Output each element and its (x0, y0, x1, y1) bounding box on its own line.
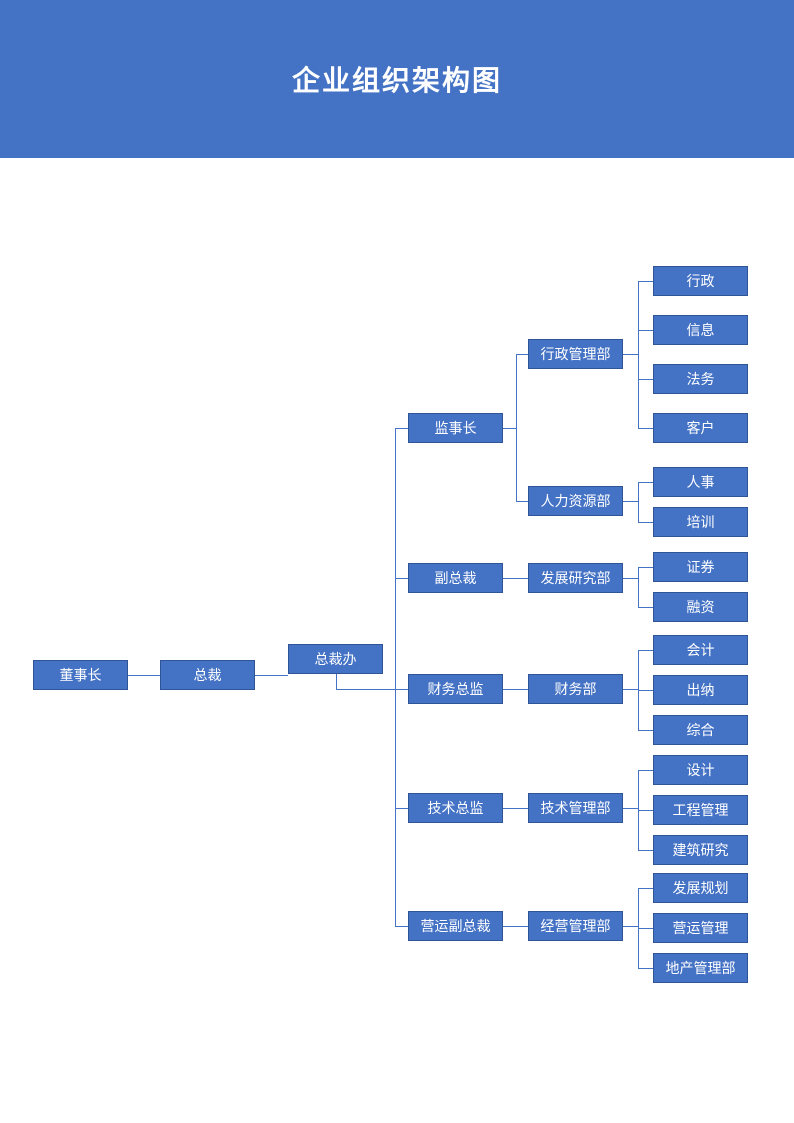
node-ops-mgmt: 营运管理 (653, 913, 748, 943)
connector (503, 926, 528, 927)
org-chart: 董事长 总裁 总裁办 监事长 副总裁 财务总监 技术总监 营运副总裁 行政管理部… (0, 158, 794, 1123)
node-customer: 客户 (653, 413, 748, 443)
connector (336, 674, 337, 689)
connector (638, 281, 653, 282)
node-construction: 建筑研究 (653, 835, 748, 865)
connector (638, 482, 639, 522)
node-admin-dept: 行政管理部 (528, 339, 623, 369)
page-header: 企业组织架构图 (0, 0, 794, 158)
node-cto: 技术总监 (408, 793, 503, 823)
node-securities: 证券 (653, 552, 748, 582)
connector (638, 379, 653, 380)
connector (395, 428, 408, 429)
connector (395, 428, 396, 926)
connector (638, 888, 653, 889)
connector (638, 482, 653, 483)
connector (623, 578, 638, 579)
node-accounting: 会计 (653, 635, 748, 665)
connector (395, 578, 408, 579)
connector (638, 968, 653, 969)
connector (638, 770, 653, 771)
node-engineering: 工程管理 (653, 795, 748, 825)
connector (503, 808, 528, 809)
node-ops-dept: 经营管理部 (528, 911, 623, 941)
connector (638, 850, 653, 851)
connector (623, 689, 638, 690)
connector (638, 567, 639, 607)
node-financing: 融资 (653, 592, 748, 622)
connector (128, 675, 160, 676)
connector (638, 607, 653, 608)
node-cfo: 财务总监 (408, 674, 503, 704)
connector (395, 689, 408, 690)
node-rd-dept: 发展研究部 (528, 563, 623, 593)
node-legal: 法务 (653, 364, 748, 394)
node-president: 总裁 (160, 660, 255, 690)
connector (638, 650, 653, 651)
node-finance-dept: 财务部 (528, 674, 623, 704)
node-general: 综合 (653, 715, 748, 745)
connector (503, 578, 528, 579)
connector (395, 808, 408, 809)
page-title: 企业组织架构图 (292, 59, 502, 99)
node-vice-president: 副总裁 (408, 563, 503, 593)
node-president-office: 总裁办 (288, 644, 383, 674)
connector (623, 354, 638, 355)
node-training: 培训 (653, 507, 748, 537)
connector (638, 690, 653, 691)
connector (503, 689, 528, 690)
connector (336, 689, 395, 690)
node-supervisor: 监事长 (408, 413, 503, 443)
node-design: 设计 (653, 755, 748, 785)
connector (638, 330, 653, 331)
node-administration: 行政 (653, 266, 748, 296)
connector (638, 730, 653, 731)
node-coo: 营运副总裁 (408, 911, 503, 941)
connector (255, 675, 288, 676)
connector (516, 501, 528, 502)
connector (503, 428, 516, 429)
node-real-estate: 地产管理部 (653, 953, 748, 983)
connector (623, 501, 638, 502)
node-tech-dept: 技术管理部 (528, 793, 623, 823)
connector (638, 522, 653, 523)
node-dev-planning: 发展规划 (653, 873, 748, 903)
connector (638, 428, 653, 429)
node-chairman: 董事长 (33, 660, 128, 690)
node-information: 信息 (653, 315, 748, 345)
connector (395, 926, 408, 927)
node-cashier: 出纳 (653, 675, 748, 705)
connector (623, 926, 638, 927)
node-hr-dept: 人力资源部 (528, 486, 623, 516)
connector (516, 354, 517, 501)
connector (638, 928, 653, 929)
connector (638, 281, 639, 428)
connector (638, 810, 653, 811)
connector (638, 567, 653, 568)
node-personnel: 人事 (653, 467, 748, 497)
connector (623, 808, 638, 809)
connector (516, 354, 528, 355)
